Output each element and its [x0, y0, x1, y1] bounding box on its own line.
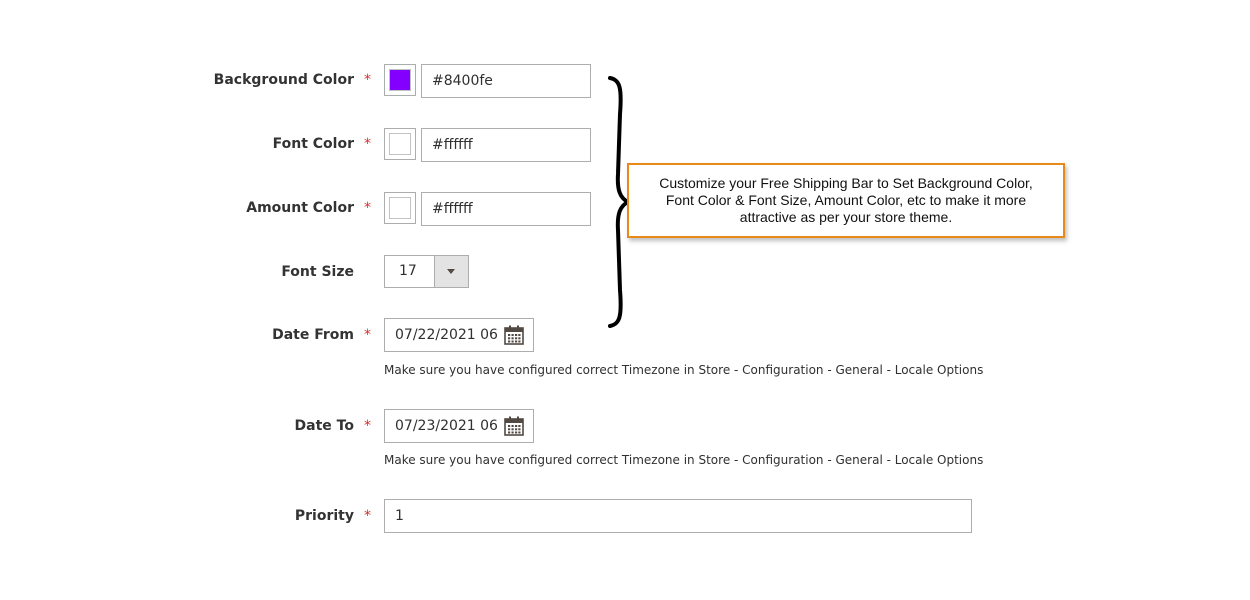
required-mark: *	[364, 508, 371, 524]
date-from-timezone-note: Make sure you have configured correct Ti…	[384, 363, 984, 377]
calendar-icon[interactable]	[504, 325, 524, 345]
font-size-select[interactable]: 17	[384, 255, 469, 288]
field-date-to: Date To * 07/23/2021 06:3 Make sure you …	[0, 409, 1250, 473]
date-from-value: 07/22/2021 06:3	[395, 327, 499, 343]
required-mark: *	[364, 200, 371, 216]
background-color-swatch-fill	[389, 69, 411, 91]
date-to-timezone-note: Make sure you have configured correct Ti…	[384, 453, 984, 467]
date-to-value: 07/23/2021 06:3	[395, 418, 499, 434]
background-color-label: Background Color	[213, 72, 354, 88]
date-from-input[interactable]: 07/22/2021 06:3	[384, 318, 534, 352]
required-mark: *	[364, 136, 371, 152]
font-color-label: Font Color	[272, 136, 354, 152]
field-priority: Priority *	[0, 499, 1250, 533]
required-mark: *	[364, 418, 371, 434]
required-mark: *	[364, 72, 371, 88]
annotation-callout: Customize your Free Shipping Bar to Set …	[627, 163, 1065, 238]
font-color-swatch-fill	[389, 133, 411, 155]
background-color-swatch[interactable]	[384, 64, 416, 96]
font-size-label: Font Size	[281, 264, 354, 280]
date-to-label: Date To	[294, 418, 354, 434]
font-size-select-toggle[interactable]	[434, 256, 468, 287]
amount-color-input[interactable]	[421, 192, 591, 226]
font-color-input[interactable]	[421, 128, 591, 162]
calendar-icon[interactable]	[504, 416, 524, 436]
font-size-selected-value: 17	[399, 263, 417, 279]
priority-input[interactable]	[384, 499, 972, 533]
chevron-down-icon	[447, 269, 455, 274]
callout-text: Customize your Free Shipping Bar to Set …	[659, 175, 1033, 225]
priority-label: Priority	[294, 508, 354, 524]
font-color-swatch[interactable]	[384, 128, 416, 160]
background-color-input[interactable]	[421, 64, 591, 98]
amount-color-label: Amount Color	[246, 200, 354, 216]
date-to-input[interactable]: 07/23/2021 06:3	[384, 409, 534, 443]
required-mark: *	[364, 327, 371, 343]
amount-color-swatch[interactable]	[384, 192, 416, 224]
amount-color-swatch-fill	[389, 197, 411, 219]
date-from-label: Date From	[272, 327, 354, 343]
